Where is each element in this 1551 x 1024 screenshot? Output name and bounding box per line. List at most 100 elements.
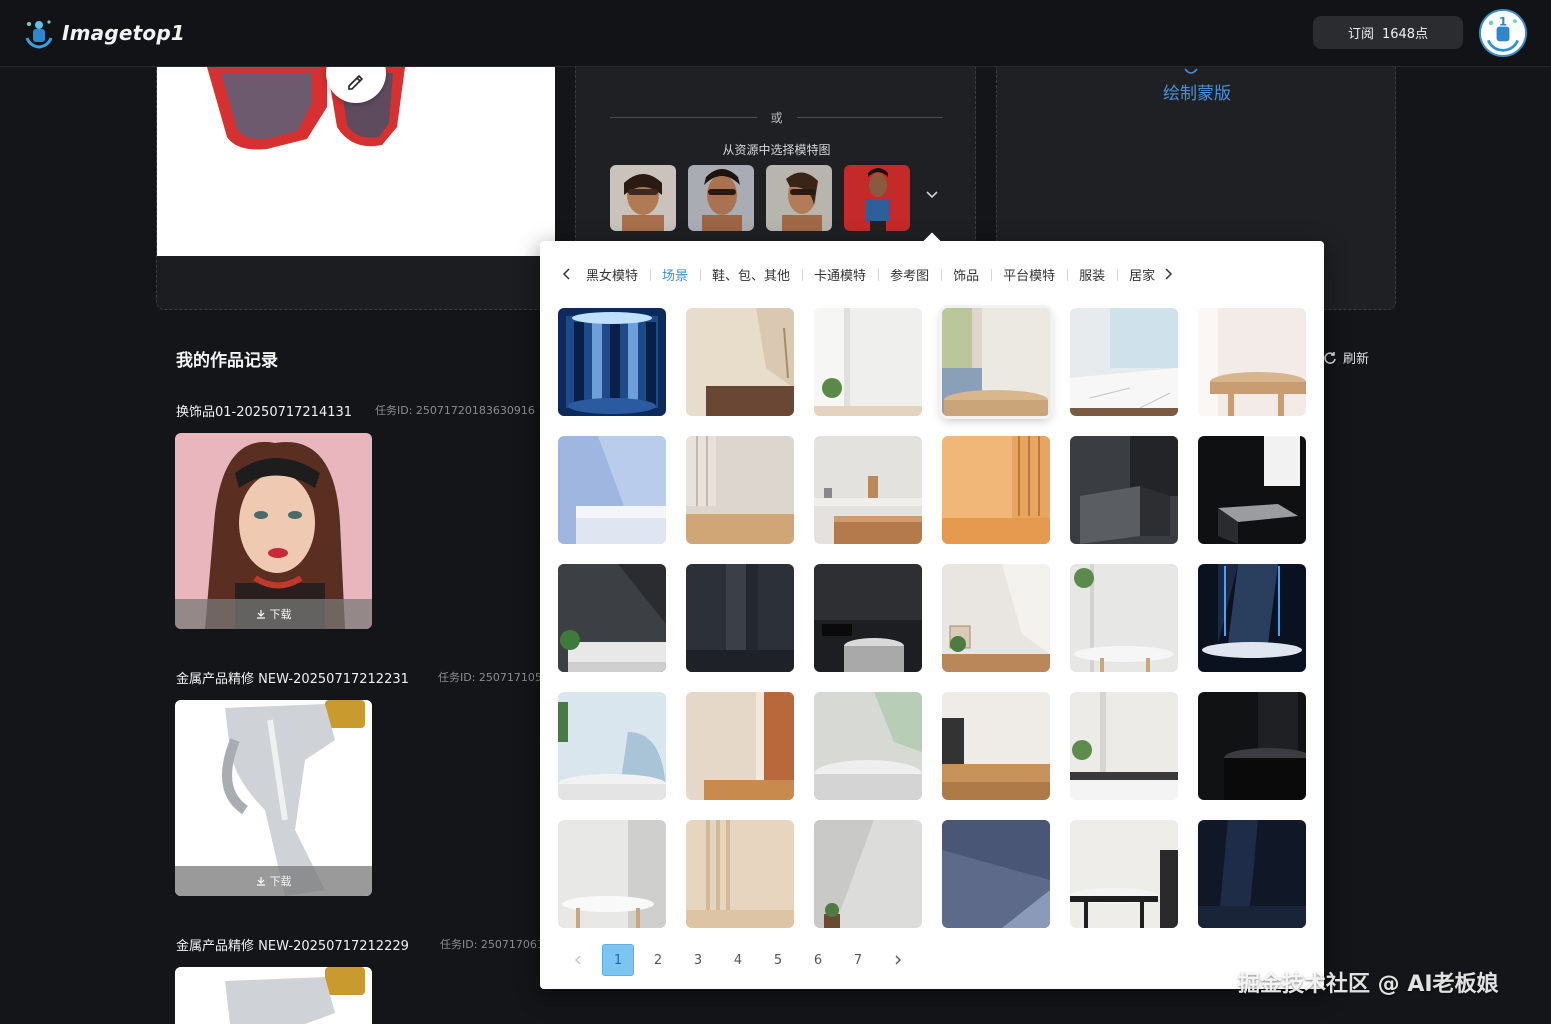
scene-thumb[interactable] <box>1070 436 1178 544</box>
subscribe-button[interactable]: 订阅 1648点 <box>1313 16 1463 49</box>
download-label: 下载 <box>269 608 292 621</box>
chevron-down-icon[interactable] <box>924 187 940 203</box>
subscribe-label: 订阅 <box>1347 27 1374 42</box>
app-name: Imagetop1 <box>62 21 185 45</box>
scene-thumb[interactable] <box>686 308 794 416</box>
pencil-icon <box>348 74 364 90</box>
tab-platform-model[interactable]: 平台模特 <box>991 265 1067 284</box>
scene-thumb[interactable] <box>814 436 922 544</box>
avatar-icon: 1 <box>1481 11 1525 55</box>
scene-thumb[interactable] <box>1198 436 1306 544</box>
next-page-button[interactable] <box>882 944 914 976</box>
model-thumb[interactable] <box>688 165 754 231</box>
tab-black-female-model[interactable]: 黑女模特 <box>574 265 650 284</box>
tabs-prev-button[interactable] <box>560 267 574 281</box>
tab-clothing[interactable]: 服装 <box>1067 265 1117 284</box>
category-tabs: 黑女模特 场景 鞋、包、其他 卡通模特 参考图 饰品 平台模特 服装 居家 <box>560 261 1304 287</box>
scene-thumb[interactable] <box>558 308 666 416</box>
records-title: 我的作品记录 <box>176 351 278 371</box>
record-title: 换饰品01-20250717214131 <box>176 405 353 420</box>
svg-text:1: 1 <box>1499 15 1507 29</box>
refresh-label: 刷新 <box>1343 352 1370 367</box>
scene-thumb[interactable] <box>1198 564 1306 672</box>
record-image <box>175 967 372 1024</box>
points-count: 1648点 <box>1381 27 1429 42</box>
scene-thumb[interactable] <box>1198 820 1306 928</box>
download-icon <box>256 610 265 619</box>
task-id: 任务ID: 2507171051 <box>438 671 540 684</box>
scene-thumb[interactable] <box>1198 692 1306 800</box>
logo[interactable]: Imagetop1 <box>22 16 185 50</box>
tab-accessories[interactable]: 饰品 <box>941 265 991 284</box>
scene-thumb[interactable] <box>686 820 794 928</box>
refresh-icon <box>1324 351 1336 364</box>
record-card[interactable]: 下载 <box>175 433 372 629</box>
chevron-left-icon <box>562 268 570 280</box>
logo-icon <box>25 20 53 49</box>
scene-thumb[interactable] <box>1198 308 1306 416</box>
scene-thumb[interactable] <box>814 308 922 416</box>
scene-thumb[interactable] <box>942 436 1050 544</box>
scene-thumb[interactable] <box>686 692 794 800</box>
scene-grid <box>558 308 1306 928</box>
model-thumb[interactable] <box>766 165 832 231</box>
scene-thumb[interactable] <box>558 692 666 800</box>
brush-icon <box>1184 68 1198 74</box>
product-preview[interactable] <box>157 67 555 256</box>
page-button-7[interactable]: 7 <box>842 944 874 976</box>
or-text: 或 <box>770 110 783 125</box>
download-button[interactable]: 下载 <box>175 866 372 896</box>
scene-thumb[interactable] <box>942 820 1050 928</box>
model-thumbnails <box>610 165 910 231</box>
user-avatar[interactable]: 1 <box>1479 9 1527 57</box>
tab-reference[interactable]: 参考图 <box>878 265 941 284</box>
page-button-4[interactable]: 4 <box>722 944 754 976</box>
chevron-right-icon <box>895 955 901 965</box>
scene-thumb[interactable] <box>686 436 794 544</box>
scene-thumb[interactable] <box>814 820 922 928</box>
record-card[interactable] <box>175 967 372 1024</box>
pagination: 1 2 3 4 5 6 7 <box>562 944 914 976</box>
tab-home[interactable]: 居家 <box>1117 265 1161 284</box>
draw-mask-button[interactable]: 绘制蒙版 <box>997 79 1397 104</box>
tab-cartoon-model[interactable]: 卡通模特 <box>802 265 878 284</box>
model-thumb[interactable] <box>610 165 676 231</box>
download-label: 下载 <box>269 875 292 888</box>
scene-thumb[interactable] <box>558 436 666 544</box>
or-divider: 或 <box>610 109 944 125</box>
page-button-1[interactable]: 1 <box>602 944 634 976</box>
download-icon <box>256 877 265 886</box>
page-button-2[interactable]: 2 <box>642 944 674 976</box>
product-upload-panel <box>156 67 555 310</box>
scene-thumb[interactable] <box>814 692 922 800</box>
chevron-right-icon <box>1165 268 1173 280</box>
download-button[interactable]: 下载 <box>175 599 372 629</box>
watermark: 掘金技术社区 @ AI老板娘 <box>1238 972 1499 997</box>
scene-thumb[interactable] <box>942 308 1050 416</box>
model-thumb[interactable] <box>844 165 910 231</box>
pick-model-label: 从资源中选择模特图 <box>722 143 831 157</box>
scene-thumb[interactable] <box>558 564 666 672</box>
scene-thumb[interactable] <box>1070 308 1178 416</box>
scene-thumb[interactable] <box>1070 564 1178 672</box>
scene-thumb[interactable] <box>942 692 1050 800</box>
tab-scene[interactable]: 场景 <box>650 265 700 284</box>
page-button-3[interactable]: 3 <box>682 944 714 976</box>
record-title: 金属产品精修 NEW-20250717212231 <box>176 672 409 687</box>
scene-thumb[interactable] <box>814 564 922 672</box>
record-title: 金属产品精修 NEW-20250717212229 <box>176 939 409 954</box>
page-button-6[interactable]: 6 <box>802 944 834 976</box>
page-button-5[interactable]: 5 <box>762 944 794 976</box>
scene-thumb[interactable] <box>942 564 1050 672</box>
tab-shoes-bags[interactable]: 鞋、包、其他 <box>700 265 802 284</box>
chevron-left-icon <box>575 955 581 965</box>
tabs-next-button[interactable] <box>1161 267 1175 281</box>
scene-thumb[interactable] <box>1070 820 1178 928</box>
prev-page-button[interactable] <box>562 944 594 976</box>
scene-thumb[interactable] <box>558 820 666 928</box>
refresh-button[interactable]: 刷新 <box>1323 348 1369 367</box>
record-card[interactable]: 下载 <box>175 700 372 896</box>
scene-thumb[interactable] <box>686 564 794 672</box>
scene-thumb[interactable] <box>1070 692 1178 800</box>
task-id: 任务ID: 25071720183630916 <box>375 404 535 417</box>
